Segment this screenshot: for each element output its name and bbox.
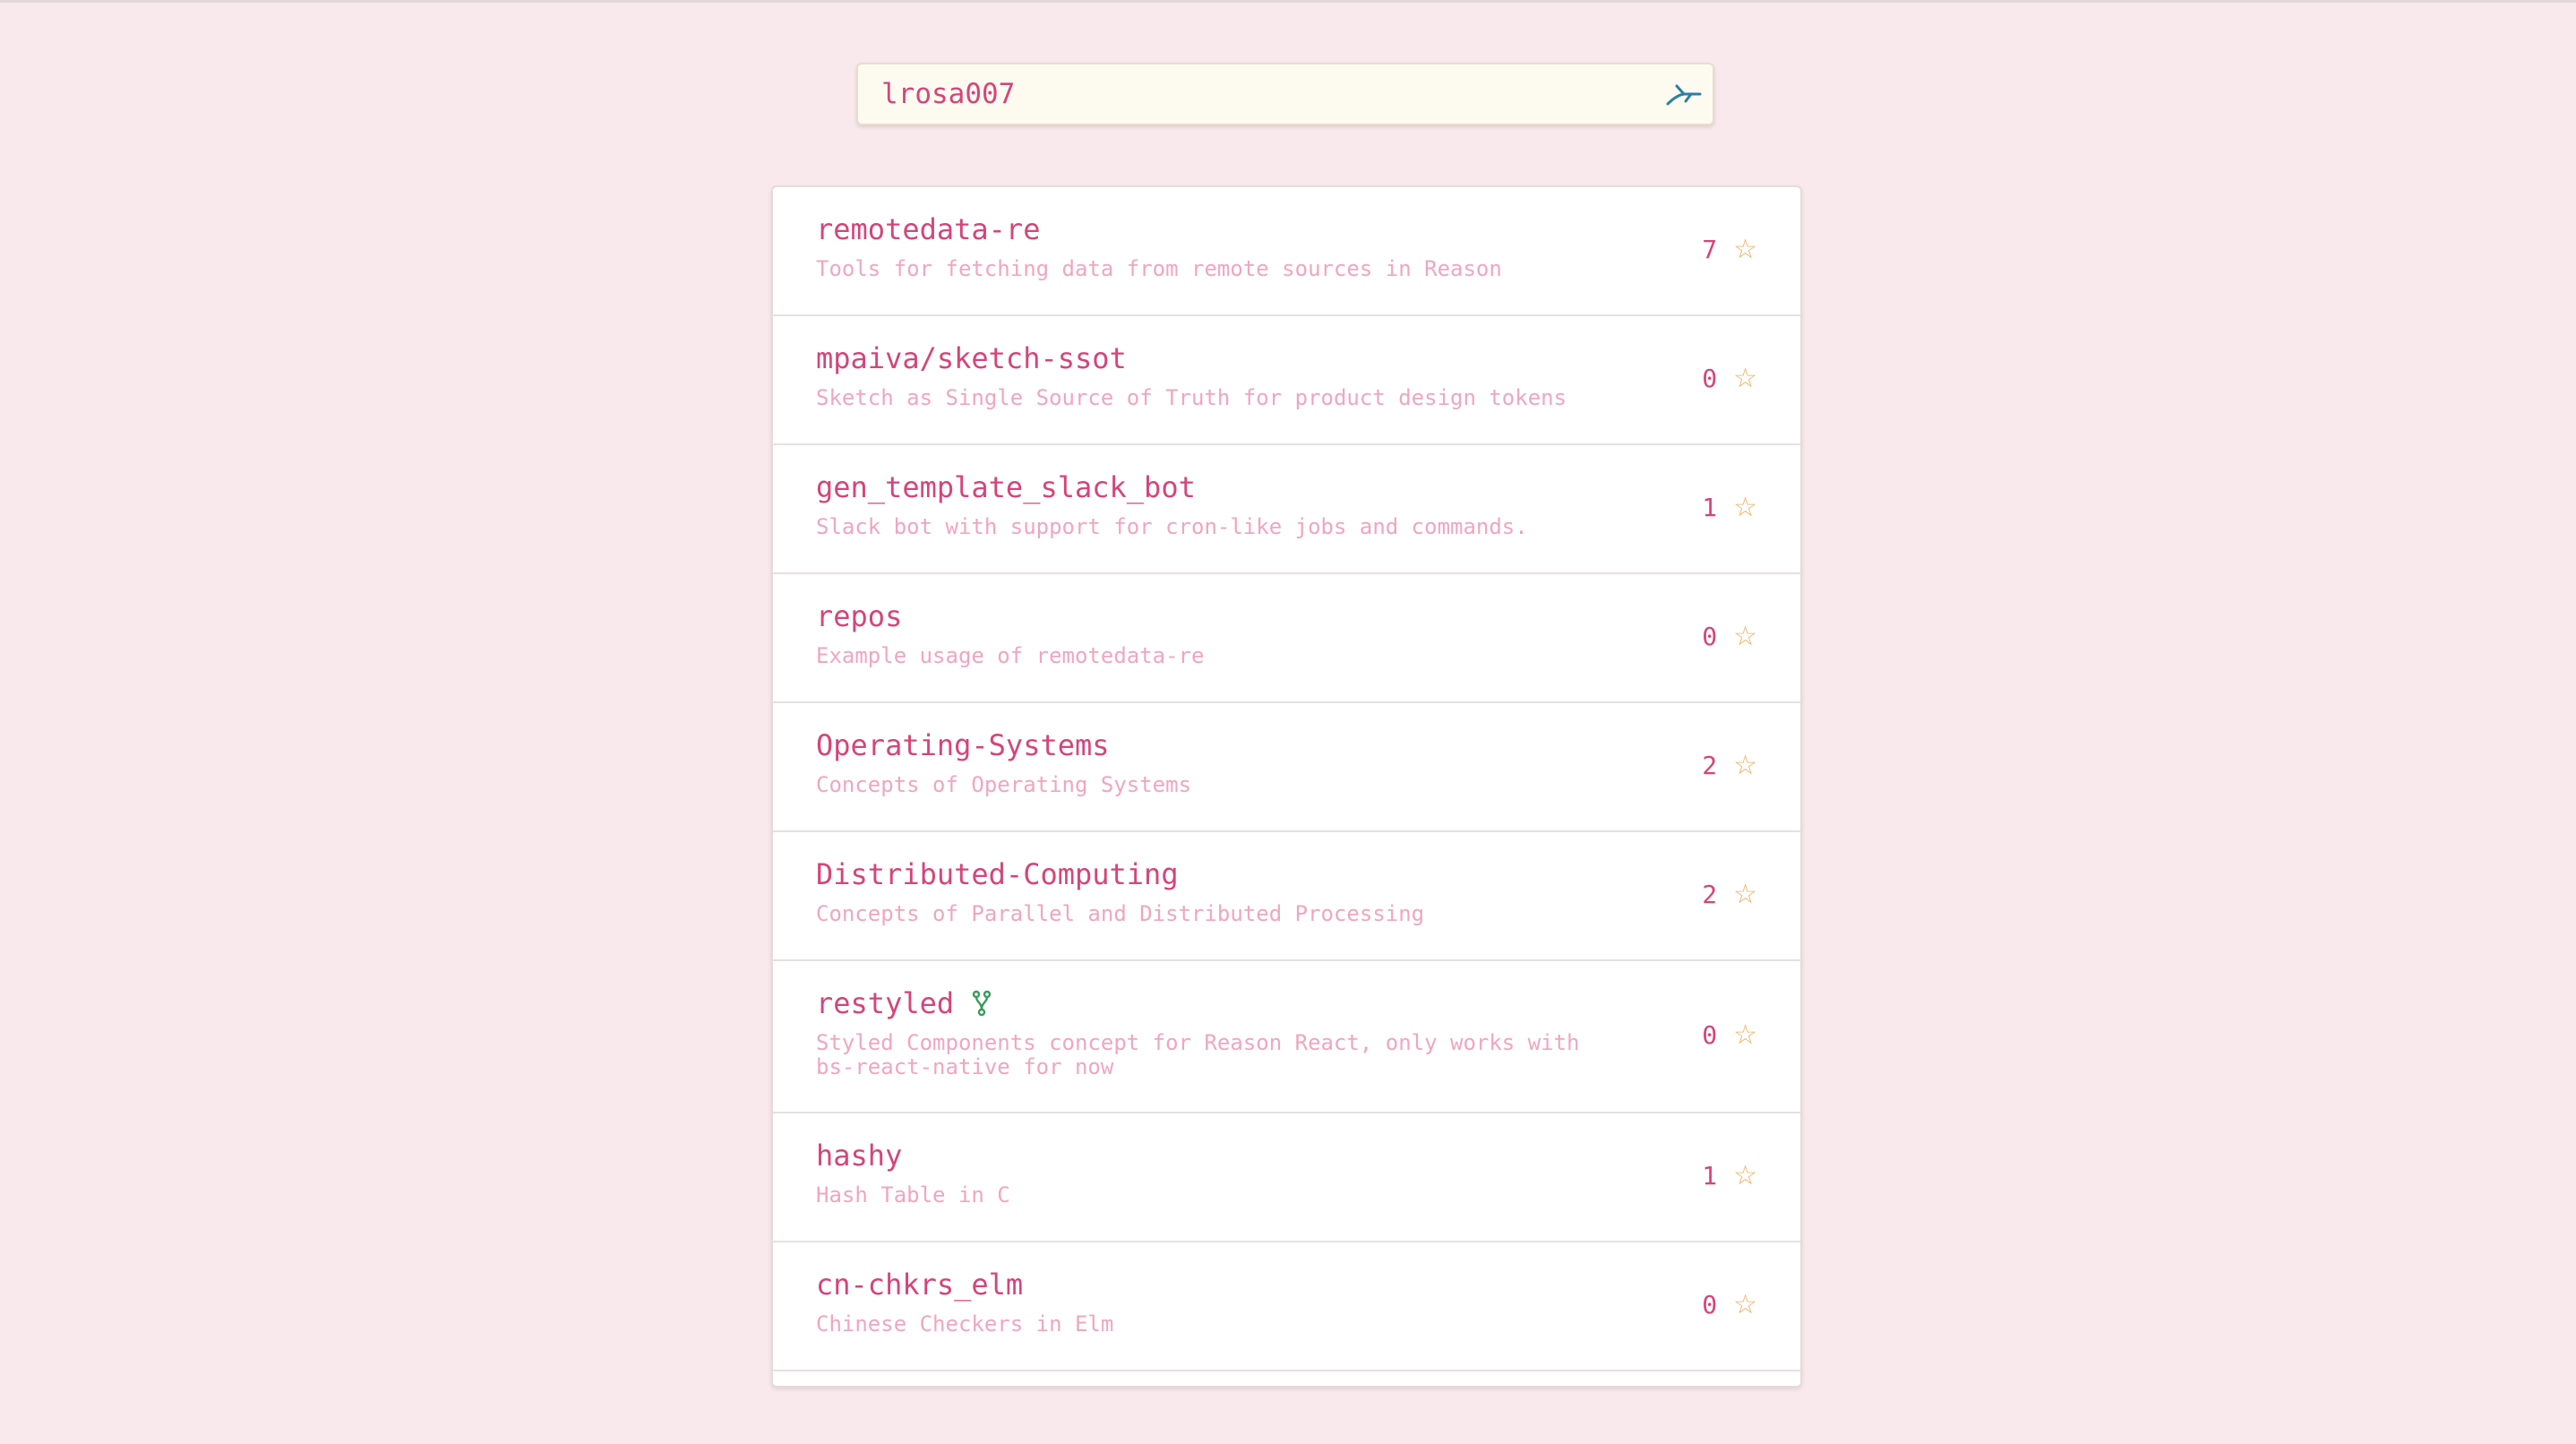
star-count-group: 7 ☆ [1702,234,1757,265]
star-count: 0 [1702,1290,1718,1319]
repo-list: remotedata-re Tools for fetching data fro… [771,185,1802,1388]
star-count: 0 [1702,622,1718,651]
repo-name[interactable]: mpaiva/sketch-ssot [816,341,1127,375]
star-count-group: 0 ☆ [1702,1289,1757,1320]
star-count-group: 1 ☆ [1702,1160,1757,1191]
repo-description: Hash Table in C [816,1182,1010,1208]
star-count-group: 2 ☆ [1702,879,1757,910]
fork-icon [972,990,992,1017]
repo-description: Chinese Checkers in Elm [816,1311,1114,1337]
star-count: 1 [1702,493,1718,522]
star-count: 0 [1702,364,1718,393]
repo-row[interactable]: cn-chkrs_elm Chinese Checkers in Elm 0 ☆ [773,1242,1800,1371]
repo-name[interactable]: remotedata-re [816,212,1040,246]
repo-name[interactable]: gen_template_slack_bot [816,470,1196,504]
repo-row[interactable]: Operating-Systems Concepts of Operating S… [773,703,1800,832]
repo-name[interactable]: repos [816,599,902,633]
repo-row[interactable]: mpaiva/sketch-ssot Sketch as Single Sourc… [773,316,1800,445]
star-icon: ☆ [1733,492,1757,523]
repo-name-text: Operating-Systems [816,728,1110,762]
star-icon: ☆ [1733,879,1757,910]
star-icon: ☆ [1733,234,1757,265]
repo-description: Concepts of Parallel and Distributed Pro… [816,901,1425,926]
repo-name-text: cn-chkrs_elm [816,1268,1024,1302]
repo-name[interactable]: restyled [816,986,992,1020]
repo-row[interactable]: remotedata-re Tools for fetching data fro… [773,187,1800,316]
repo-name[interactable]: hashy [816,1139,902,1173]
repo-description: Concepts of Operating Systems [816,772,1192,797]
arrow-icon [1666,84,1702,106]
repo-name[interactable]: Operating-Systems [816,728,1110,762]
star-count-group: 1 ☆ [1702,492,1757,523]
repo-row[interactable]: repos Example usage of remotedata-re 0 ☆ [773,574,1800,703]
star-count: 2 [1702,751,1718,780]
star-count-group: 0 ☆ [1702,363,1757,394]
repo-name-text: restyled [816,986,955,1020]
repo-name-text: repos [816,599,903,633]
repo-name-text: gen_template_slack_bot [816,470,1196,504]
star-icon: ☆ [1733,1289,1757,1320]
repo-name-text: mpaiva/sketch-ssot [816,341,1127,375]
repo-name[interactable]: cn-chkrs_elm [816,1268,1023,1302]
repo-description: Example usage of remotedata-re [816,643,1205,668]
repo-name-text: Distributed-Computing [816,857,1179,891]
repo-row[interactable]: Distributed-Computing Concepts of Paralle… [773,832,1800,961]
star-icon: ☆ [1733,1019,1757,1051]
star-icon: ☆ [1733,363,1757,394]
search-input[interactable] [881,64,1634,124]
repo-name-text: hashy [816,1139,903,1173]
repo-description: Tools for fetching data from remote sour… [816,256,1502,281]
star-count-group: 0 ☆ [1702,621,1757,652]
star-count-group: 0 ☆ [1702,1019,1757,1051]
star-icon: ☆ [1733,1160,1757,1191]
search-submit-button[interactable] [1664,77,1702,111]
star-count-group: 2 ☆ [1702,750,1757,781]
star-count: 0 [1702,1020,1718,1050]
star-icon: ☆ [1733,621,1757,652]
star-count: 7 [1702,235,1718,264]
repo-row[interactable]: restyled Styled Components concept for Re… [773,961,1800,1113]
star-icon: ☆ [1733,750,1757,781]
repo-name[interactable]: Distributed-Computing [816,857,1179,891]
star-count: 2 [1702,880,1718,909]
search-box [856,63,1714,125]
repo-name-text: remotedata-re [816,212,1041,246]
repo-row[interactable]: gen_template_slack_bot Slack bot with sup… [773,445,1800,574]
repo-description: Styled Components concept for Reason Rea… [816,1030,1580,1079]
repo-description: Slack bot with support for cron-like job… [816,514,1528,539]
star-count: 1 [1702,1161,1718,1190]
repo-row[interactable]: hashy Hash Table in C 1 ☆ [773,1113,1800,1242]
repo-description: Sketch as Single Source of Truth for pro… [816,385,1567,410]
